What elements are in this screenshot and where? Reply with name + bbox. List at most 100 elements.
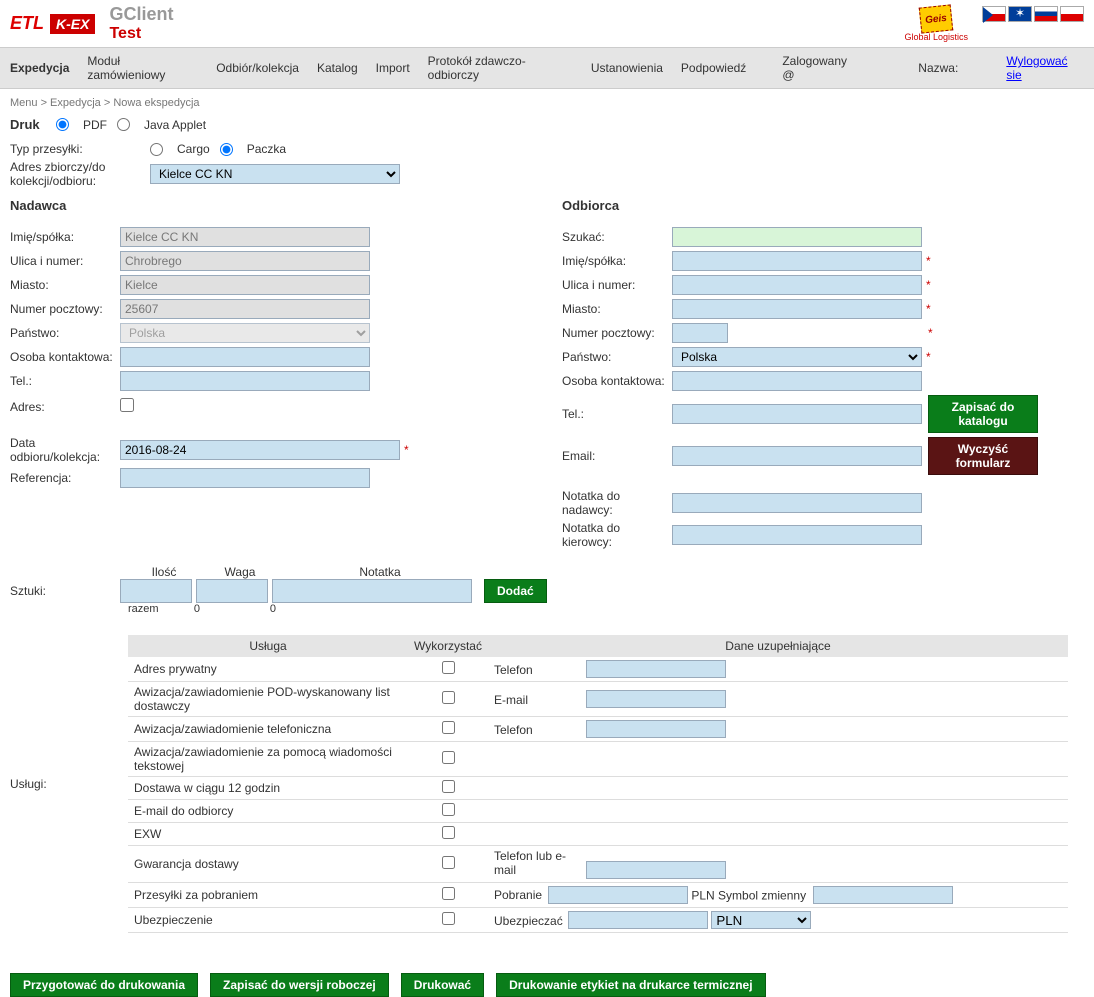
nav-protokol[interactable]: Protokół zdawczo-odbiorczy	[428, 54, 573, 82]
sender-country-label: Państwo:	[10, 326, 120, 340]
pieces-label: Sztuki:	[10, 584, 120, 598]
recipient-contact-input[interactable]	[672, 371, 922, 391]
service-use-checkbox[interactable]	[442, 887, 455, 900]
app-title: GClient Test	[109, 4, 173, 43]
service-name: Ubezpieczenie	[128, 907, 408, 933]
sender-contact-input[interactable]	[120, 347, 370, 367]
service-supp	[488, 800, 1068, 823]
save-draft-button[interactable]: Zapisać do wersji roboczej	[210, 973, 389, 997]
content-area: Druk PDF Java Applet Typ przesyłki: Carg…	[0, 117, 1094, 953]
nav-modul-zamowieniowy[interactable]: Moduł zamówieniowy	[87, 54, 198, 82]
ship-cargo-radio[interactable]: Cargo	[150, 142, 210, 156]
service-use-checkbox[interactable]	[442, 856, 455, 869]
service-use-checkbox[interactable]	[442, 721, 455, 734]
geis-brand: Geis Global Logistics	[904, 6, 968, 42]
bulk-addr-select[interactable]: Kielce CC KN	[150, 164, 400, 184]
sender-ref-input[interactable]	[120, 468, 370, 488]
sender-date-label: Data odbioru/kolekcja:	[10, 436, 120, 464]
total-weight: 0	[204, 603, 276, 615]
service-name: Gwarancja dostawy	[128, 846, 408, 883]
nav-katalog[interactable]: Katalog	[317, 61, 358, 75]
recipient-city-input[interactable]	[672, 299, 922, 319]
sender-name-input	[120, 227, 370, 247]
print-button[interactable]: Drukować	[401, 973, 484, 997]
service-use-checkbox[interactable]	[442, 661, 455, 674]
sender-tel-input[interactable]	[120, 371, 370, 391]
pieces-col-weight: Waga	[204, 565, 276, 579]
thermal-print-button[interactable]: Drukowanie etykiet na drukarce termiczne…	[496, 973, 765, 997]
service-name: Dostawa w ciągu 12 godzin	[128, 777, 408, 800]
recipient-street-label: Ulica i numer:	[562, 278, 672, 292]
service-row: Adres prywatnyTelefon	[128, 657, 1068, 682]
service-use-checkbox[interactable]	[442, 912, 455, 925]
footer-buttons: Przygotować do drukowania Zapisać do wer…	[0, 973, 1094, 997]
service-supp: Telefon lub e-mail	[488, 846, 1068, 883]
recipient-country-select[interactable]: Polska	[672, 347, 922, 367]
sender-addr-checkbox[interactable]	[120, 395, 134, 415]
print-applet-radio[interactable]: Java Applet	[117, 118, 206, 132]
logout-link[interactable]: Wylogować sie	[1006, 54, 1084, 82]
th-supp: Dane uzupełniające	[488, 635, 1068, 657]
clear-form-button[interactable]: Wyczyść formularz	[928, 437, 1038, 475]
th-service: Usługa	[128, 635, 408, 657]
service-row: E-mail do odbiorcy	[128, 800, 1068, 823]
recipient-search-label: Szukać:	[562, 230, 672, 244]
flag-sk-icon[interactable]	[1034, 6, 1058, 22]
flag-pl-icon[interactable]	[1060, 6, 1084, 22]
print-pdf-radio[interactable]: PDF	[56, 118, 107, 132]
sender-date-input[interactable]	[120, 440, 400, 460]
recipient-name-input[interactable]	[672, 251, 922, 271]
recipient-section: Odbiorca Szukać: Imię/spółka:* Ulica i n…	[562, 198, 1084, 553]
service-row: Dostawa w ciągu 12 godzin	[128, 777, 1068, 800]
service-supp-input[interactable]	[586, 861, 726, 879]
sender-city-input	[120, 275, 370, 295]
service-supp-input[interactable]	[586, 690, 726, 708]
service-use-checkbox[interactable]	[442, 780, 455, 793]
nav-expedycja[interactable]: Expedycja	[10, 61, 69, 75]
save-catalog-button[interactable]: Zapisać do katalogu	[928, 395, 1038, 433]
main-navbar: Expedycja Moduł zamówieniowy Odbiór/kole…	[0, 47, 1094, 89]
add-piece-button[interactable]: Dodać	[484, 579, 547, 603]
nav-odbior[interactable]: Odbiór/kolekcja	[216, 61, 299, 75]
logo-etl: ETL	[10, 13, 44, 34]
service-use-checkbox[interactable]	[442, 691, 455, 704]
note-driver-input[interactable]	[672, 525, 922, 545]
nav-podpowiedz[interactable]: Podpowiedź	[681, 61, 746, 75]
sender-addr-label: Adres:	[10, 400, 120, 414]
app-env: Test	[109, 25, 173, 43]
recipient-title: Odbiorca	[562, 198, 1084, 213]
services-table: Usługa Wykorzystać Dane uzupełniające Ad…	[128, 635, 1068, 933]
pieces-weight-input[interactable]	[196, 579, 268, 603]
service-use-checkbox[interactable]	[442, 826, 455, 839]
services-wrap: Usługi: Usługa Wykorzystać Dane uzupełni…	[10, 635, 1084, 933]
recipient-country-label: Państwo:	[562, 350, 672, 364]
service-row: Ubezpieczenie Ubezpieczać PLN	[128, 907, 1068, 933]
ship-paczka-radio[interactable]: Paczka	[220, 142, 286, 156]
pieces-qty-input[interactable]	[120, 579, 192, 603]
recipient-tel-input[interactable]	[672, 404, 922, 424]
nav-ustanowienia[interactable]: Ustanowienia	[591, 61, 663, 75]
service-supp: Ubezpieczać PLN	[488, 907, 1068, 933]
cod-amount-input[interactable]	[548, 886, 688, 904]
service-supp-input[interactable]	[586, 720, 726, 738]
nav-import[interactable]: Import	[376, 61, 410, 75]
cod-vs-input[interactable]	[813, 886, 953, 904]
pieces-total: razem 0 0	[128, 603, 1084, 615]
note-sender-input[interactable]	[672, 493, 922, 513]
service-supp-input[interactable]	[586, 660, 726, 678]
pieces-note-input[interactable]	[272, 579, 472, 603]
recipient-email-input[interactable]	[672, 446, 922, 466]
service-use-checkbox[interactable]	[442, 803, 455, 816]
sender-street-input	[120, 251, 370, 271]
flag-uk-icon[interactable]	[1008, 6, 1032, 22]
recipient-search-input[interactable]	[672, 227, 922, 247]
name-label: Nazwa:	[918, 61, 958, 75]
prepare-print-button[interactable]: Przygotować do drukowania	[10, 973, 198, 997]
recipient-zip-input[interactable]	[672, 323, 728, 343]
insurance-amount-input[interactable]	[568, 911, 708, 929]
header-left: ETL K-EX GClient Test	[10, 4, 173, 43]
insurance-currency-select[interactable]: PLN	[711, 911, 811, 929]
flag-cz-icon[interactable]	[982, 6, 1006, 22]
recipient-street-input[interactable]	[672, 275, 922, 295]
service-use-checkbox[interactable]	[442, 751, 455, 764]
